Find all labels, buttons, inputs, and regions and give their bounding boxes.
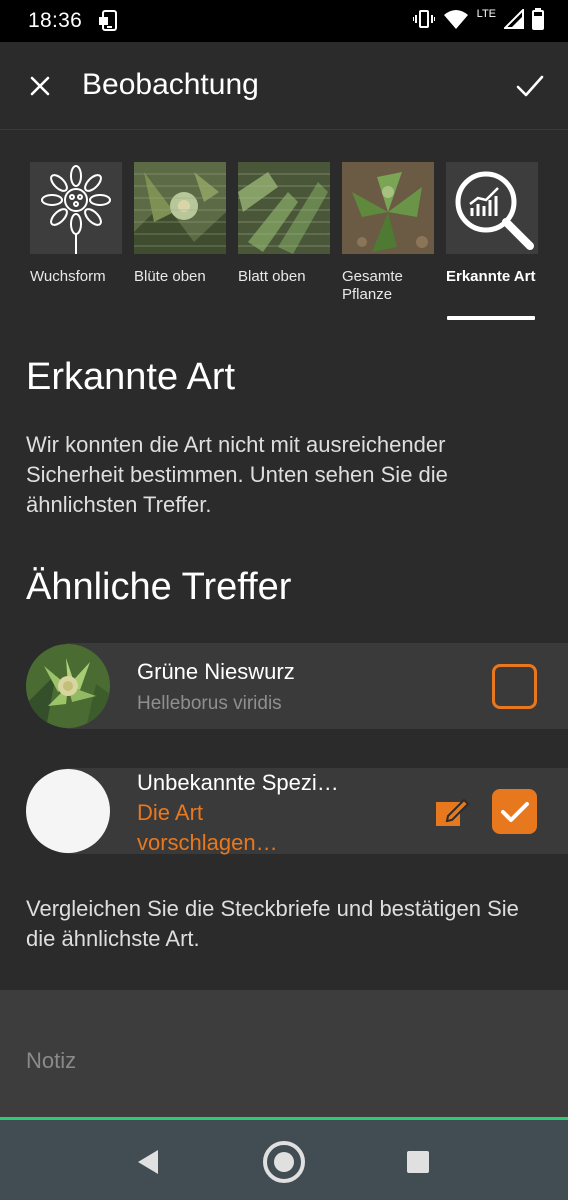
recents-square-icon <box>407 1151 429 1173</box>
tab-label: Gesamte Pflanze <box>342 268 403 303</box>
home-button[interactable] <box>262 1140 306 1184</box>
tab-label: Wuchsform <box>30 268 106 285</box>
check-icon <box>500 801 529 822</box>
tab-bluete-oben[interactable]: Blüte oben <box>134 162 230 286</box>
photo-whole-plant <box>342 162 434 254</box>
similar-title: Ähnliche Treffer <box>26 566 292 608</box>
recents-button[interactable] <box>396 1140 440 1184</box>
home-circle-icon <box>263 1141 305 1183</box>
flower-outline-icon <box>30 162 122 254</box>
lte-label: LTE <box>476 8 496 20</box>
avatar-placeholder <box>26 769 110 853</box>
screenshot-icon <box>98 10 120 32</box>
compare-hint: Vergleichen Sie die Steckbriefe und best… <box>26 896 519 951</box>
tab-blatt-oben[interactable]: Blatt oben <box>238 162 334 286</box>
close-icon <box>30 76 50 96</box>
status-time: 18:36 <box>28 9 83 32</box>
edit-icon <box>436 798 470 826</box>
note-label: Notiz <box>26 1048 77 1073</box>
confirm-button[interactable] <box>510 66 550 106</box>
battery-icon <box>532 7 544 35</box>
chart-search-icon <box>446 162 538 254</box>
tab-label: Erkannte Art <box>446 268 536 285</box>
suggest-species-link[interactable]: Die Art vorschlagen… <box>137 798 337 858</box>
note-field[interactable]: Notiz <box>0 990 568 1120</box>
cell-signal-icon <box>502 7 524 34</box>
navigation-bar <box>0 1120 568 1200</box>
tab-label: Blüte oben <box>134 268 206 285</box>
match-scientific-name: Helleborus viridis <box>137 693 282 714</box>
status-bar: 18:36 LTE <box>0 0 568 42</box>
photo-flower-top <box>134 162 226 254</box>
close-button[interactable] <box>22 68 58 104</box>
select-checkbox[interactable] <box>492 664 537 709</box>
select-checkbox-checked[interactable] <box>492 789 537 834</box>
status-icons: LTE <box>411 7 544 35</box>
check-icon <box>516 75 544 97</box>
recognized-description: Wir konnten die Art nicht mit ausreichen… <box>26 432 448 517</box>
vibrate-icon <box>411 9 436 34</box>
tab-gesamte-pflanze[interactable]: Gesamte Pflanze <box>342 162 438 304</box>
app-bar: Beobachtung <box>0 42 568 130</box>
match-name: Grüne Nieswurz <box>137 659 295 684</box>
recognized-title: Erkannte Art <box>26 356 236 398</box>
active-tab-indicator <box>447 316 535 320</box>
avatar <box>26 644 110 728</box>
back-button[interactable] <box>126 1140 170 1184</box>
photo-tabs: Wuchsform Blüte oben Blatt oben Gesamte … <box>0 162 568 322</box>
back-triangle-icon <box>138 1150 158 1174</box>
edit-button[interactable] <box>434 794 470 830</box>
match-name: Unbekannte Spezi… <box>137 770 339 795</box>
wifi-icon <box>443 8 469 35</box>
photo-leaf-top <box>238 162 330 254</box>
page-title: Beobachtung <box>82 68 259 101</box>
match-card-helleborus[interactable]: Grüne Nieswurz Helleborus viridis <box>0 643 568 729</box>
match-card-unknown[interactable]: Unbekannte Spezi… Die Art vorschlagen… <box>0 768 568 855</box>
tab-wuchsform[interactable]: Wuchsform <box>30 162 126 286</box>
tab-label: Blatt oben <box>238 268 306 285</box>
tab-erkannte-art[interactable]: Erkannte Art <box>446 162 542 286</box>
